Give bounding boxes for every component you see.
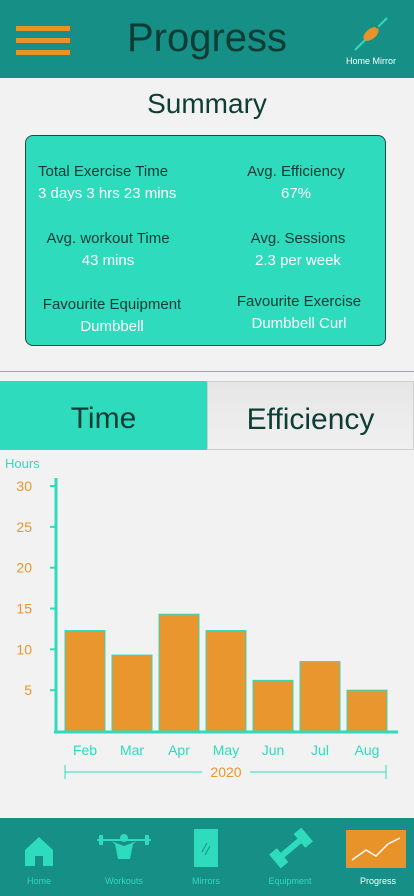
nav-item-home[interactable]: Home [0,818,78,896]
y-tick-label: 20 [16,560,32,576]
barbell-lifter-icon [97,834,151,859]
tab-efficiency[interactable]: Efficiency [207,381,414,450]
bar-feb [64,630,106,732]
home-icon [25,837,53,866]
x-tick-label: May [213,742,239,758]
home-mirror-button[interactable]: Home Mirror [340,14,402,74]
bar-aug [346,689,388,732]
y-tick-label: 30 [16,478,32,494]
nav-label-workouts: Workouts [105,876,143,886]
bottom-nav: Home Workouts Mirrors Equipment Progress [0,818,414,896]
bar-may [205,630,247,732]
x-axis-label: 2020 [210,764,241,780]
stat-value: 3 days 3 hrs 23 mins [38,185,177,202]
tab-time[interactable]: Time [0,381,207,450]
summary-card: Total Exercise Time 3 days 3 hrs 23 mins… [25,135,386,346]
mirror-icon [194,829,218,867]
x-tick-label: Feb [73,742,97,758]
stat-value: 43 mins [81,252,135,269]
time-bar-chart: Hours 5 10 15 20 25 30 Feb Mar Apr May Jun Jul Aug 202… [5,456,398,780]
nav-label-equipment: Equipment [268,876,312,886]
nav-label-mirrors: Mirrors [192,876,220,886]
progress-chart-icon [346,830,406,868]
stat-label: Avg. Efficiency [247,163,345,180]
stat-value: Dumbbell [80,318,144,335]
stat-avg-efficiency: Avg. Efficiency 67% [228,163,364,202]
nav-label-home: Home [26,876,51,886]
stat-label: Total Exercise Time [38,163,169,180]
x-tick-label: Jul [311,742,329,758]
stat-label: Favourite Exercise [236,293,362,310]
y-axis-label: Hours [5,456,40,471]
nav-item-mirrors[interactable]: Mirrors [176,818,236,896]
stat-avg-workout-time: Avg. workout Time 43 mins [38,230,178,269]
top-app-bar: Progress Home Mirror [0,0,414,78]
stat-value: 67% [280,185,312,202]
section-divider [0,371,414,372]
home-mirror-icon [354,17,388,51]
x-tick-label: Mar [120,742,144,758]
stat-favourite-equipment: Favourite Equipment Dumbbell [38,296,186,335]
stat-value: Dumbbell Curl [251,315,347,332]
stat-label: Favourite Equipment [42,296,182,313]
stat-label: Avg. Sessions [250,230,346,247]
bar-jul [299,661,341,732]
nav-item-equipment[interactable]: Equipment [258,818,322,896]
y-tick-label: 5 [24,682,32,698]
x-tick-label: Aug [355,742,380,758]
y-tick-label: 15 [16,601,32,617]
y-tick-label: 10 [16,641,32,657]
x-tick-label: Apr [168,742,190,758]
stat-total-exercise-time: Total Exercise Time 3 days 3 hrs 23 mins [38,163,176,202]
nav-item-progress[interactable]: Progress [342,818,414,896]
home-mirror-label: Home Mirror [345,56,396,66]
stat-avg-sessions: Avg. Sessions 2.3 per week [228,230,368,269]
nav-item-workouts[interactable]: Workouts [90,818,158,896]
bar-apr [158,613,200,732]
bar-mar [111,654,153,732]
stat-favourite-exercise: Favourite Exercise Dumbbell Curl [226,293,372,332]
summary-title: Summary [147,88,267,119]
dumbbell-icon [269,827,313,869]
bar-jun [252,679,294,732]
stat-label: Avg. workout Time [46,230,170,247]
y-tick-label: 25 [16,519,32,535]
x-tick-label: Jun [262,742,285,758]
nav-label-progress: Progress [359,876,396,886]
stat-value: 2.3 per week [255,252,341,269]
